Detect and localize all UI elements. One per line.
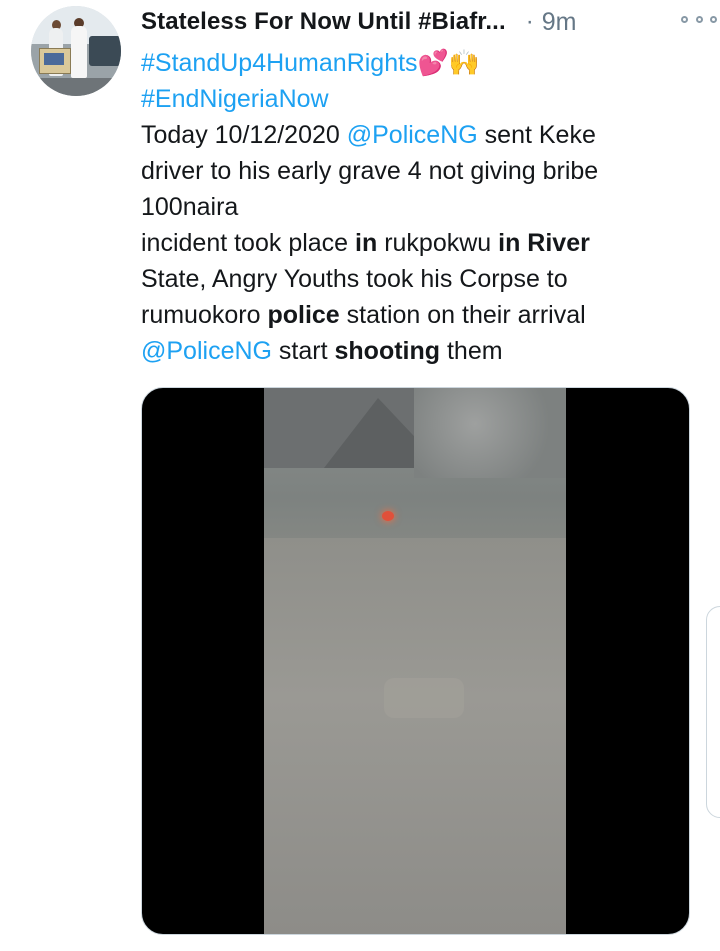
text-segment: State, Angry Youths took his Corpse to	[141, 265, 568, 293]
tweet-timestamp[interactable]: 9m	[542, 8, 577, 37]
tweet-text-line: #EndNigeriaNow	[141, 81, 701, 117]
text-segment: rumuokoro	[141, 301, 268, 329]
tweet-text: #StandUp4HumanRights💕🙌 #EndNigeriaNow Toda…	[141, 45, 701, 369]
text-segment: driver to his early grave 4 not giving b…	[141, 157, 599, 185]
highlighted-text: in River	[498, 229, 590, 257]
video-player[interactable]	[141, 387, 690, 935]
highlighted-text: shooting	[334, 337, 441, 365]
text-segment: rukpokwu	[377, 229, 499, 257]
separator-dot: ·	[525, 8, 534, 35]
tweet-text-line: State, Angry Youths took his Corpse to	[141, 261, 701, 297]
text-segment: start	[271, 337, 335, 365]
tweet-text-line: 100naira	[141, 189, 701, 225]
tweet-text-line: @PoliceNG start shooting them	[141, 333, 701, 369]
tweet-text-line: incident took place in rukpokwu in River	[141, 225, 701, 261]
profile-avatar[interactable]	[31, 6, 121, 96]
mention-link[interactable]: @PoliceNG	[347, 121, 478, 149]
side-panel-edge	[706, 606, 720, 818]
highlighted-text: police	[267, 301, 340, 329]
text-segment: them	[440, 337, 503, 365]
text-segment: 100naira	[141, 193, 239, 221]
text-segment: incident took place	[141, 229, 356, 257]
text-segment: sent Keke	[477, 121, 596, 149]
hashtag-link[interactable]: #EndNigeriaNow	[141, 85, 329, 113]
hashtag-link[interactable]: #StandUp4HumanRights	[141, 49, 418, 77]
mention-link[interactable]: @PoliceNG	[141, 337, 272, 365]
tweet-text-line: rumuokoro police station on their arriva…	[141, 297, 701, 333]
emoji: 💕🙌	[417, 49, 480, 77]
tweet-text-line: driver to his early grave 4 not giving b…	[141, 153, 701, 189]
text-segment: Today 10/12/2020	[141, 121, 347, 149]
highlighted-text: in	[355, 229, 378, 257]
tweet-text-line: #StandUp4HumanRights💕🙌	[141, 45, 701, 81]
tweet[interactable]: Stateless For Now Until #Biafr... · 9m #…	[0, 0, 720, 951]
tweet-header: Stateless For Now Until #Biafr... · 9m	[141, 4, 711, 40]
video-frame	[264, 388, 566, 934]
author-name[interactable]: Stateless For Now Until #Biafr...	[141, 8, 506, 36]
tweet-text-line: Today 10/12/2020 @PoliceNG sent Keke	[141, 117, 701, 153]
more-options-icon[interactable]	[681, 8, 717, 30]
text-segment: station on their arrival	[339, 301, 586, 329]
